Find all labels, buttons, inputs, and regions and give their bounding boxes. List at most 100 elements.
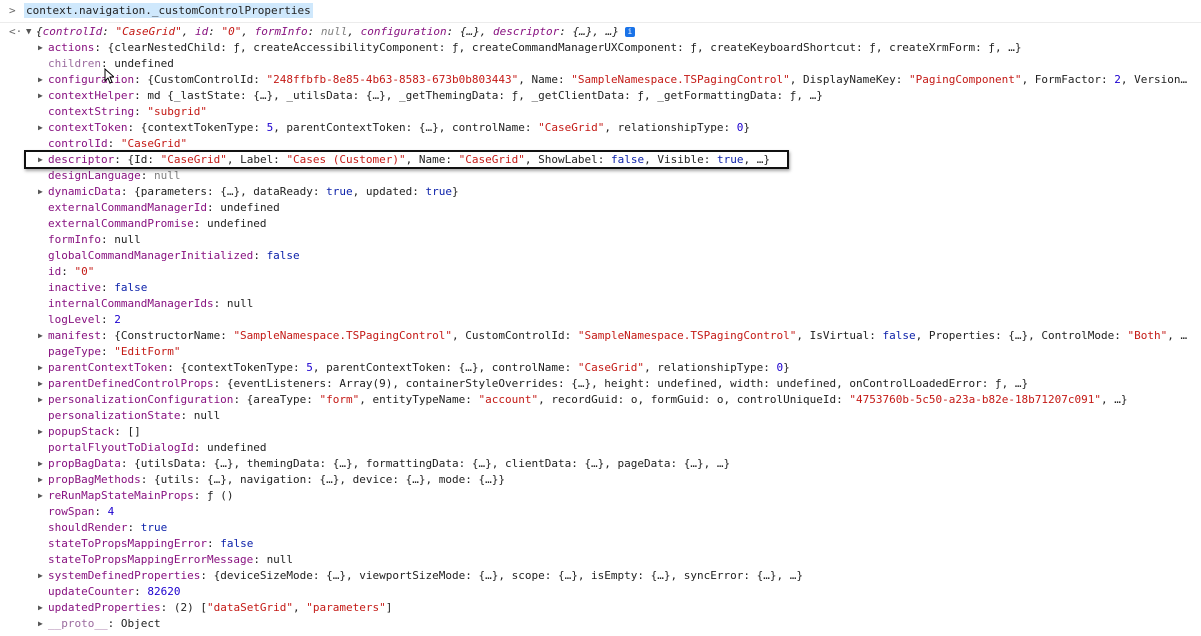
property-row[interactable]: ▶ configuration: {CustomControlId: "248ff… (0, 72, 1201, 88)
summary-token: : (102, 25, 116, 38)
expand-triangle-icon[interactable]: ▶ (38, 616, 43, 632)
expand-triangle-icon[interactable]: ▶ (38, 120, 43, 136)
property-value: , Name: (518, 73, 572, 86)
property-row: controlId: "CaseGrid" (0, 136, 1201, 152)
property-row[interactable]: ▶ propBagData: {utilsData: {…}, themingDa… (0, 456, 1201, 472)
property-row[interactable]: ▶ contextToken: {contextTokenType: 5, par… (0, 120, 1201, 136)
property-row[interactable]: ▶ dynamicData: {parameters: {…}, dataRead… (0, 184, 1201, 200)
result-summary[interactable]: <· ▼ {controlId: "CaseGrid", id: "0", fo… (0, 24, 1201, 40)
property-text: parentContextToken: {contextTokenType: 5… (48, 360, 790, 376)
expand-triangle-icon[interactable]: ▶ (38, 40, 43, 56)
property-row[interactable]: ▶ manifest: {ConstructorName: "SampleName… (0, 328, 1201, 344)
property-value: } (743, 121, 751, 134)
property-key: contextToken (48, 121, 128, 134)
expand-triangle-icon[interactable]: ▶ (38, 360, 43, 376)
property-value: : (140, 169, 154, 182)
summary-token: descriptor (493, 25, 560, 38)
property-row: stateToPropsMappingErrorMessage: null (0, 552, 1201, 568)
property-row[interactable]: ▶ propBagMethods: {utils: {…}, navigation… (0, 472, 1201, 488)
property-value: } (783, 361, 790, 374)
property-value: , parentContextToken: {…}, controlName: (273, 121, 539, 134)
property-key: designLanguage (48, 169, 141, 182)
expand-triangle-icon[interactable]: ▶ (38, 472, 43, 488)
property-row[interactable]: ▶ __proto__: Object (0, 616, 1201, 632)
property-key: updateCounter (48, 585, 135, 598)
property-value: , IsVirtual: (796, 329, 883, 342)
property-value: , FormFactor: (1021, 73, 1115, 86)
property-value: , …} (743, 153, 770, 166)
expand-triangle-icon[interactable]: ▶ (38, 328, 43, 344)
property-row[interactable]: ▶ personalizationConfiguration: {areaType… (0, 392, 1201, 408)
property-row[interactable]: ▶ parentDefinedControlProps: {eventListen… (0, 376, 1201, 392)
property-value: "Cases (Customer)" (286, 153, 406, 166)
property-row[interactable]: ▶ contextHelper: md {_lastState: {…}, _ut… (0, 88, 1201, 104)
property-row: externalCommandPromise: undefined (0, 216, 1201, 232)
property-text: contextHelper: md {_lastState: {…}, _uti… (48, 88, 823, 104)
expand-triangle-icon[interactable]: ▼ (26, 24, 31, 40)
property-row[interactable]: ▶ actions: {clearNestedChild: ƒ, createAc… (0, 40, 1201, 56)
expand-triangle-icon[interactable]: ▶ (38, 456, 43, 472)
property-row[interactable]: ▶ reRunMapStateMainProps: ƒ () (0, 488, 1201, 504)
expand-triangle-icon[interactable]: ▶ (38, 488, 43, 504)
property-row[interactable]: ▶ systemDefinedProperties: {deviceSizeMod… (0, 568, 1201, 584)
property-value: : {utilsData: {…}, themingData: {…}, for… (120, 457, 731, 470)
property-row[interactable]: ▶ descriptor: {Id: "CaseGrid", Label: "Ca… (0, 152, 1201, 168)
property-value: : {contextTokenType: (127, 121, 267, 134)
property-key: externalCommandManagerId (48, 201, 207, 214)
property-value: 2 (114, 313, 121, 326)
property-key: shouldRender (48, 521, 128, 534)
property-value: "account" (478, 393, 539, 406)
summary-token: formInfo (254, 25, 308, 38)
property-row: logLevel: 2 (0, 312, 1201, 328)
property-text: propBagData: {utilsData: {…}, themingDat… (48, 456, 730, 472)
property-value: "Both" (1127, 329, 1168, 342)
property-value: , …} (1101, 393, 1128, 406)
property-text: popupStack: [] (48, 424, 141, 440)
property-value: "CaseGrid" (577, 361, 645, 374)
property-value: : {eventListeners: Array(9), containerSt… (213, 377, 1029, 390)
property-value: true (425, 185, 453, 198)
property-value: "0" (74, 265, 95, 278)
console-command-line[interactable]: > context.navigation._customControlPrope… (0, 0, 1201, 23)
property-value: : (193, 441, 207, 454)
property-value: 5 (306, 361, 313, 374)
property-value: : {CustomControlId: (134, 73, 267, 86)
expand-triangle-icon[interactable]: ▶ (38, 72, 43, 88)
summary-token: "CaseGrid" (115, 25, 182, 38)
property-value: undefined (220, 201, 280, 214)
property-value: "subgrid" (147, 105, 207, 118)
property-value: null (266, 553, 294, 566)
expand-triangle-icon[interactable]: ▶ (38, 568, 43, 584)
property-value: true (716, 153, 744, 166)
property-row[interactable]: ▶ updatedProperties: (2) ["dataSetGrid", … (0, 600, 1201, 616)
expand-triangle-icon[interactable]: ▶ (38, 184, 43, 200)
property-text: propBagMethods: {utils: {…}, navigation:… (48, 472, 505, 488)
property-value: , (293, 601, 307, 614)
expand-triangle-icon[interactable]: ▶ (38, 376, 43, 392)
expand-triangle-icon[interactable]: ▶ (38, 600, 43, 616)
expand-triangle-icon[interactable]: ▶ (38, 392, 43, 408)
command-text[interactable]: context.navigation._customControlPropert… (24, 3, 313, 18)
summary-token: configuration (360, 25, 447, 38)
property-value: : {utils: {…}, navigation: {…}, device: … (140, 473, 505, 486)
expand-triangle-icon[interactable]: ▶ (38, 424, 43, 440)
property-key: updatedProperties (48, 601, 161, 614)
property-key: inactive (48, 281, 101, 294)
property-value: : md {_lastState: {…}, _utilsData: {…}, … (134, 89, 823, 102)
property-row[interactable]: ▶ popupStack: [] (0, 424, 1201, 440)
property-value: : (213, 297, 227, 310)
expand-triangle-icon[interactable]: ▶ (38, 88, 43, 104)
info-icon[interactable]: i (624, 27, 635, 37)
property-row[interactable]: ▶ parentContextToken: {contextTokenType: … (0, 360, 1201, 376)
property-value: "SampleNamespace.TSPagingControl" (233, 329, 452, 342)
property-key: parentDefinedControlProps (48, 377, 214, 390)
property-row: inactive: false (0, 280, 1201, 296)
property-value: : {ConstructorName: (100, 329, 234, 342)
property-text: reRunMapStateMainProps: ƒ () (48, 488, 233, 504)
property-row: pageType: "EditForm" (0, 344, 1201, 360)
expand-triangle-icon[interactable]: ▶ (38, 152, 43, 168)
property-key: dynamicData (48, 185, 121, 198)
property-value: , ShowLabel: (524, 153, 611, 166)
property-key: manifest (48, 329, 101, 342)
chevron-right-icon: > (9, 4, 16, 17)
